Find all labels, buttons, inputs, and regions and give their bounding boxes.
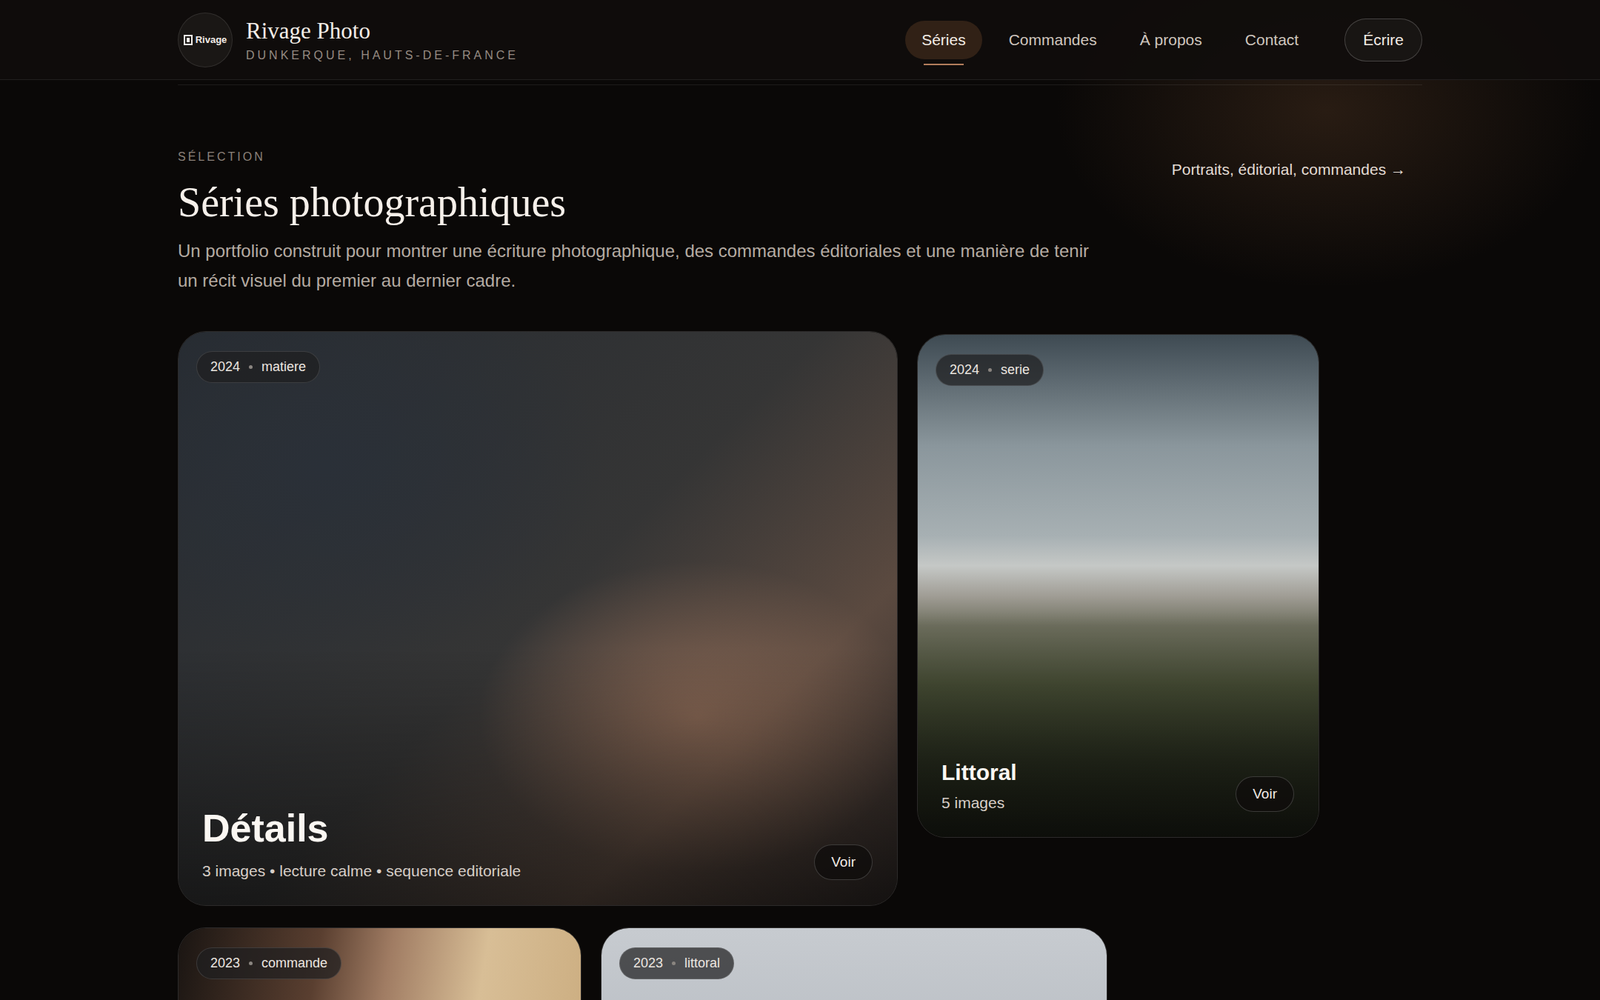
view-button[interactable]: Voir <box>814 844 873 880</box>
series-tag: 2024matiere <box>196 351 320 383</box>
divider <box>177 84 1423 86</box>
series-card[interactable]: 2024matiere Détails 3 images • lecture cal… <box>177 331 898 906</box>
page: Rivage Rivage Photo DUNKERQUE, HAUTS-DE-FR… <box>0 0 1600 1000</box>
series-meta: 3 images • lecture calme • sequence edit… <box>202 862 521 880</box>
eyebrow: SÉLECTION <box>177 150 1097 164</box>
nav-item[interactable]: Séries <box>905 20 983 60</box>
series-card[interactable]: 2024serie Littoral 5 images Voir <box>917 334 1320 838</box>
brand[interactable]: Rivage Rivage Photo DUNKERQUE, HAUTS-DE-FR… <box>177 12 519 68</box>
logo: Rivage <box>177 12 233 68</box>
series-card[interactable]: 2023commande <box>177 927 582 1000</box>
intro: SÉLECTION Séries photographiques Un portfo… <box>177 85 1423 296</box>
active-underline <box>923 63 964 66</box>
nav-item[interactable]: Commandes <box>992 20 1114 60</box>
section-description: Un portfolio construit pour montrer une … <box>177 236 1097 296</box>
series-tag: 2024serie <box>935 354 1044 386</box>
series-tag: 2023littoral <box>619 947 735 980</box>
series-tag: 2023commande <box>196 947 342 980</box>
write-button[interactable]: Écrire <box>1344 18 1423 62</box>
header: Rivage Rivage Photo DUNKERQUE, HAUTS-DE-FR… <box>0 0 1600 80</box>
nav-item[interactable]: À propos <box>1123 20 1219 60</box>
view-button[interactable]: Voir <box>1235 776 1295 812</box>
brand-name: Rivage Photo <box>245 17 519 45</box>
series-meta: 5 images <box>941 794 1018 812</box>
main-nav: Séries Commandes À propos Contact Écrire <box>905 18 1423 62</box>
section-title: Séries photographiques <box>177 178 1097 226</box>
series-title: Littoral <box>941 760 1018 786</box>
categories-link[interactable]: Portraits, éditorial, commandes → <box>1171 160 1406 179</box>
series-grid: 2024matiere Détails 3 images • lecture cal… <box>177 331 1423 1000</box>
nav-item[interactable]: Contact <box>1228 20 1315 60</box>
brand-location: DUNKERQUE, HAUTS-DE-FRANCE <box>245 48 519 63</box>
series-title: Détails <box>202 805 521 851</box>
series-card[interactable]: 2023littoral <box>600 927 1108 1000</box>
camera-icon <box>183 34 195 46</box>
